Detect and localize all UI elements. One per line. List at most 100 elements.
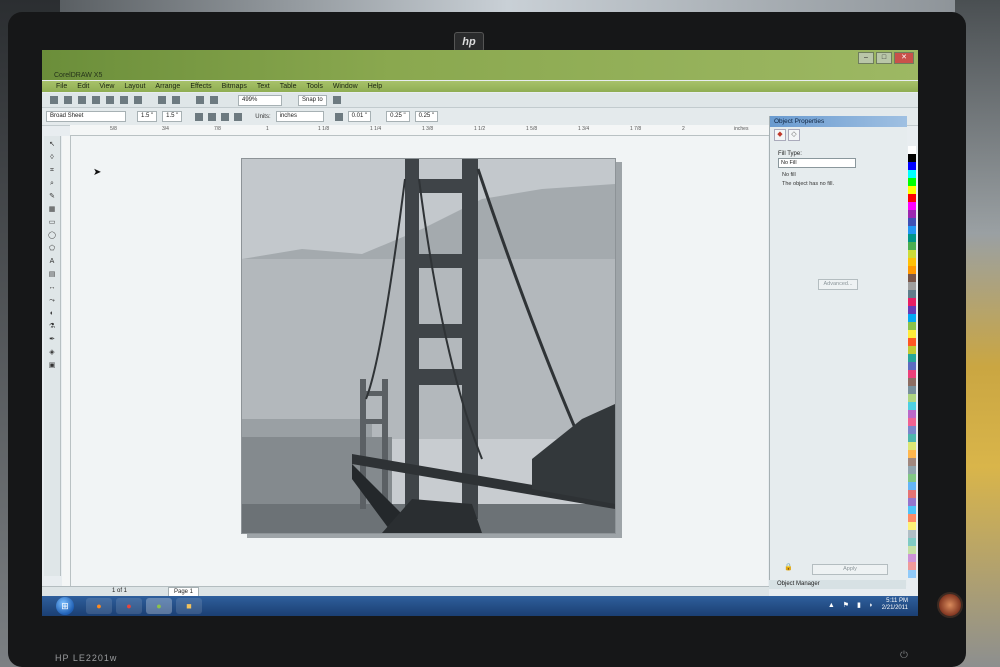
palette-swatch[interactable] <box>908 394 916 402</box>
zoom-level-field[interactable]: 499% <box>238 94 282 106</box>
new-icon[interactable] <box>50 96 58 104</box>
palette-swatch[interactable] <box>908 322 916 330</box>
freehand-tool-icon[interactable]: ✎ <box>47 192 57 201</box>
shape-tool-icon[interactable]: ◊ <box>47 153 57 162</box>
fill-icon[interactable]: ◆ <box>774 129 786 141</box>
palette-swatch[interactable] <box>908 266 916 274</box>
drawing-canvas[interactable]: ➤ <box>71 136 768 586</box>
all-pages-icon[interactable] <box>221 112 230 121</box>
firefox-icon[interactable]: ● <box>86 598 112 614</box>
palette-swatch[interactable] <box>908 458 916 466</box>
object-manager-tab[interactable]: Object Manager <box>769 580 906 589</box>
save-icon[interactable] <box>78 96 86 104</box>
palette-swatch[interactable] <box>908 178 916 186</box>
rectangle-tool-icon[interactable]: ▭ <box>47 218 57 227</box>
copy-icon[interactable] <box>120 96 128 104</box>
menu-item-help[interactable]: Help <box>368 83 382 90</box>
palette-swatch[interactable] <box>908 538 916 546</box>
redo-icon[interactable] <box>172 96 180 104</box>
palette-swatch[interactable] <box>908 482 916 490</box>
palette-swatch[interactable] <box>908 466 916 474</box>
palette-swatch[interactable] <box>908 514 916 522</box>
menu-item-tools[interactable]: Tools <box>306 83 322 90</box>
cut-icon[interactable] <box>106 96 114 104</box>
palette-swatch[interactable] <box>908 258 916 266</box>
start-button[interactable]: ⊞ <box>56 597 74 615</box>
advanced-button[interactable]: Advanced... <box>818 279 858 290</box>
palette-swatch[interactable] <box>908 570 916 578</box>
palette-swatch[interactable] <box>908 274 916 282</box>
palette-swatch[interactable] <box>908 418 916 426</box>
paper-type-dropdown[interactable]: Broad Sheet <box>46 111 126 122</box>
menu-item-layout[interactable]: Layout <box>124 83 145 90</box>
palette-swatch[interactable] <box>908 346 916 354</box>
palette-swatch[interactable] <box>908 330 916 338</box>
landscape-icon[interactable] <box>208 112 217 121</box>
palette-swatch[interactable] <box>908 450 916 458</box>
fill-type-dropdown[interactable]: No Fill <box>778 158 856 168</box>
undo-icon[interactable] <box>158 96 166 104</box>
dimension-tool-icon[interactable]: ↔ <box>47 283 57 292</box>
palette-swatch[interactable] <box>908 210 916 218</box>
eyedropper-tool-icon[interactable]: ⚗ <box>47 322 57 331</box>
current-page-icon[interactable] <box>234 112 243 121</box>
menu-item-edit[interactable]: Edit <box>77 83 89 90</box>
palette-swatch[interactable] <box>908 530 916 538</box>
pick-tool-icon[interactable]: ↖ <box>47 140 57 149</box>
duplicate-y-field[interactable]: 0.25 " <box>414 111 439 122</box>
palette-swatch[interactable] <box>908 234 916 242</box>
palette-swatch[interactable] <box>908 250 916 258</box>
palette-swatch[interactable] <box>908 498 916 506</box>
palette-swatch[interactable] <box>908 546 916 554</box>
palette-swatch[interactable] <box>908 402 916 410</box>
palette-swatch[interactable] <box>908 226 916 234</box>
system-tray-icons[interactable]: ▲ ⚑ ▮ ◗ <box>828 601 876 609</box>
menu-item-table[interactable]: Table <box>280 83 297 90</box>
fill-tool-icon[interactable]: ◈ <box>47 348 57 357</box>
lock-icon[interactable]: 🔒 <box>784 563 793 571</box>
units-dropdown[interactable]: inches <box>275 111 324 122</box>
palette-swatch[interactable] <box>908 298 916 306</box>
menu-item-bitmaps[interactable]: Bitmaps <box>222 83 247 90</box>
palette-swatch[interactable] <box>908 170 916 178</box>
menu-item-text[interactable]: Text <box>257 83 270 90</box>
paste-icon[interactable] <box>134 96 142 104</box>
snap-to-dropdown[interactable]: Snap to <box>298 94 327 106</box>
coreldraw-icon[interactable]: ● <box>146 598 172 614</box>
minimize-button[interactable]: – <box>858 52 874 64</box>
palette-swatch[interactable] <box>908 354 916 362</box>
menu-item-arrange[interactable]: Arrange <box>155 83 180 90</box>
palette-swatch[interactable] <box>908 282 916 290</box>
palette-swatch[interactable] <box>908 306 916 314</box>
page-height-field[interactable]: 1.5 " <box>162 111 183 122</box>
maximize-button[interactable]: □ <box>876 52 892 64</box>
zoom-tool-icon[interactable]: ⌕ <box>47 179 57 188</box>
print-icon[interactable] <box>92 96 100 104</box>
outline-icon[interactable]: ◇ <box>788 129 800 141</box>
palette-swatch[interactable] <box>908 562 916 570</box>
power-icon[interactable]: ⏻ <box>900 650 908 661</box>
palette-swatch[interactable] <box>908 186 916 194</box>
text-tool-icon[interactable]: A <box>47 257 57 266</box>
portrait-icon[interactable] <box>195 112 204 121</box>
page-width-field[interactable]: 1.5 " <box>137 111 158 122</box>
docker-title[interactable]: Object Properties <box>770 116 907 127</box>
nudge-distance-field[interactable]: 0.01 " <box>347 111 372 122</box>
options-icon[interactable] <box>332 96 341 104</box>
clock[interactable]: 5:11 PM 2/21/2011 <box>882 598 908 612</box>
apply-button[interactable]: Apply <box>812 564 888 575</box>
palette-swatch[interactable] <box>908 370 916 378</box>
palette-swatch[interactable] <box>908 434 916 442</box>
palette-swatch[interactable] <box>908 378 916 386</box>
menu-item-window[interactable]: Window <box>333 83 358 90</box>
palette-swatch[interactable] <box>908 290 916 298</box>
export-icon[interactable] <box>210 96 218 104</box>
explorer-icon[interactable]: ■ <box>176 598 202 614</box>
chrome-icon[interactable]: ● <box>116 598 142 614</box>
palette-swatch[interactable] <box>908 202 916 210</box>
close-button[interactable]: ✕ <box>894 52 914 64</box>
palette-swatch[interactable] <box>908 522 916 530</box>
palette-swatch[interactable] <box>908 338 916 346</box>
palette-swatch[interactable] <box>908 146 916 154</box>
interactive-fill-tool-icon[interactable]: ▣ <box>47 361 57 370</box>
